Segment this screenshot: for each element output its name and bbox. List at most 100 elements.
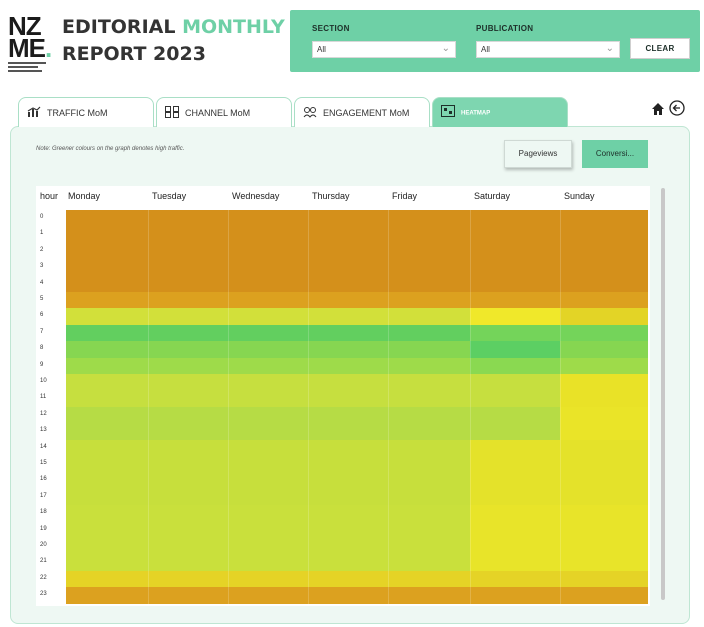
heatmap-cell[interactable] (470, 554, 560, 572)
heatmap-cell[interactable] (148, 472, 228, 490)
heatmap-cell[interactable] (470, 505, 560, 523)
heatmap-cell[interactable] (66, 308, 148, 326)
heatmap-cell[interactable] (388, 587, 470, 605)
heatmap-cell[interactable] (308, 554, 388, 572)
heatmap-cell[interactable] (148, 456, 228, 473)
heatmap-cell[interactable] (228, 226, 308, 244)
heatmap-cell[interactable] (388, 341, 470, 359)
heatmap-cell[interactable] (308, 423, 388, 441)
heatmap-cell[interactable] (388, 259, 470, 277)
heatmap-cell[interactable] (470, 242, 560, 260)
heatmap-cell[interactable] (66, 521, 148, 539)
pageviews-button[interactable]: Pageviews (504, 140, 572, 168)
heatmap-cell[interactable] (66, 242, 148, 260)
heatmap-cell[interactable] (148, 390, 228, 408)
scrollbar-thumb[interactable] (661, 188, 665, 600)
heatmap-cell[interactable] (228, 439, 308, 457)
heatmap-cell[interactable] (560, 472, 648, 490)
heatmap-cell[interactable] (560, 341, 648, 359)
heatmap-cell[interactable] (228, 308, 308, 326)
heatmap-cell[interactable] (560, 242, 648, 260)
heatmap-cell[interactable] (228, 423, 308, 441)
heatmap-cell[interactable] (470, 390, 560, 408)
heatmap-cell[interactable] (148, 308, 228, 326)
heatmap-cell[interactable] (470, 521, 560, 539)
tab-channel-mom[interactable]: CHANNEL MoM (156, 97, 292, 127)
heatmap-cell[interactable] (388, 488, 470, 506)
heatmap-cell[interactable] (470, 374, 560, 391)
heatmap-cell[interactable] (228, 456, 308, 473)
conversions-button[interactable]: Conversi... (582, 140, 648, 168)
heatmap-cell[interactable] (470, 587, 560, 605)
heatmap-cell[interactable] (148, 406, 228, 424)
heatmap-cell[interactable] (66, 423, 148, 441)
heatmap-cell[interactable] (560, 357, 648, 375)
heatmap-cell[interactable] (308, 226, 388, 244)
heatmap-cell[interactable] (560, 456, 648, 473)
heatmap-cell[interactable] (388, 324, 470, 342)
heatmap-cell[interactable] (66, 439, 148, 457)
back-arrow-icon[interactable] (669, 100, 685, 119)
heatmap-cell[interactable] (228, 259, 308, 277)
heatmap-cell[interactable] (470, 259, 560, 277)
heatmap-cell[interactable] (560, 308, 648, 326)
heatmap-cell[interactable] (66, 210, 148, 227)
heatmap-cell[interactable] (470, 570, 560, 588)
heatmap-cell[interactable] (388, 357, 470, 375)
heatmap-cell[interactable] (148, 210, 228, 227)
heatmap-cell[interactable] (470, 292, 560, 309)
heatmap-cell[interactable] (470, 423, 560, 441)
heatmap-cell[interactable] (560, 292, 648, 309)
heatmap-cell[interactable] (66, 275, 148, 293)
heatmap-cell[interactable] (148, 587, 228, 605)
heatmap-cell[interactable] (308, 390, 388, 408)
heatmap-cell[interactable] (560, 439, 648, 457)
heatmap-cell[interactable] (470, 456, 560, 473)
heatmap-cell[interactable] (388, 554, 470, 572)
heatmap-cell[interactable] (66, 538, 148, 555)
home-icon[interactable] (651, 103, 669, 119)
heatmap-cell[interactable] (560, 538, 648, 555)
tab-engagement-mom[interactable]: ENGAGEMENT MoM (294, 97, 430, 127)
heatmap-cell[interactable] (148, 324, 228, 342)
heatmap-cell[interactable] (228, 210, 308, 227)
heatmap-cell[interactable] (560, 488, 648, 506)
heatmap-cell[interactable] (66, 390, 148, 408)
heatmap-cell[interactable] (308, 210, 388, 227)
heatmap-cell[interactable] (66, 226, 148, 244)
heatmap-cell[interactable] (228, 538, 308, 555)
heatmap-cell[interactable] (308, 505, 388, 523)
heatmap-cell[interactable] (228, 242, 308, 260)
heatmap-cell[interactable] (228, 488, 308, 506)
tab-traffic-mom[interactable]: TRAFFIC MoM (18, 97, 154, 127)
heatmap-cell[interactable] (66, 406, 148, 424)
heatmap-cell[interactable] (66, 587, 148, 605)
heatmap-cell[interactable] (228, 357, 308, 375)
heatmap-cell[interactable] (308, 292, 388, 309)
heatmap-cell[interactable] (308, 439, 388, 457)
heatmap-cell[interactable] (560, 587, 648, 605)
heatmap-cell[interactable] (388, 292, 470, 309)
heatmap-cell[interactable] (560, 226, 648, 244)
heatmap-cell[interactable] (148, 275, 228, 293)
heatmap-cell[interactable] (228, 554, 308, 572)
publication-dropdown[interactable]: All ⌄ (476, 41, 620, 58)
heatmap-cell[interactable] (148, 226, 228, 244)
heatmap-cell[interactable] (470, 226, 560, 244)
heatmap-cell[interactable] (308, 521, 388, 539)
heatmap-cell[interactable] (66, 456, 148, 473)
heatmap-cell[interactable] (308, 308, 388, 326)
heatmap-cell[interactable] (470, 357, 560, 375)
heatmap-cell[interactable] (560, 210, 648, 227)
heatmap-cell[interactable] (66, 259, 148, 277)
heatmap-cell[interactable] (560, 259, 648, 277)
heatmap-cell[interactable] (66, 357, 148, 375)
heatmap-cell[interactable] (66, 554, 148, 572)
heatmap-cell[interactable] (228, 292, 308, 309)
heatmap-cell[interactable] (388, 505, 470, 523)
heatmap-cell[interactable] (228, 570, 308, 588)
heatmap-cell[interactable] (308, 374, 388, 391)
heatmap-cell[interactable] (388, 275, 470, 293)
heatmap-cell[interactable] (148, 242, 228, 260)
heatmap-cell[interactable] (470, 308, 560, 326)
